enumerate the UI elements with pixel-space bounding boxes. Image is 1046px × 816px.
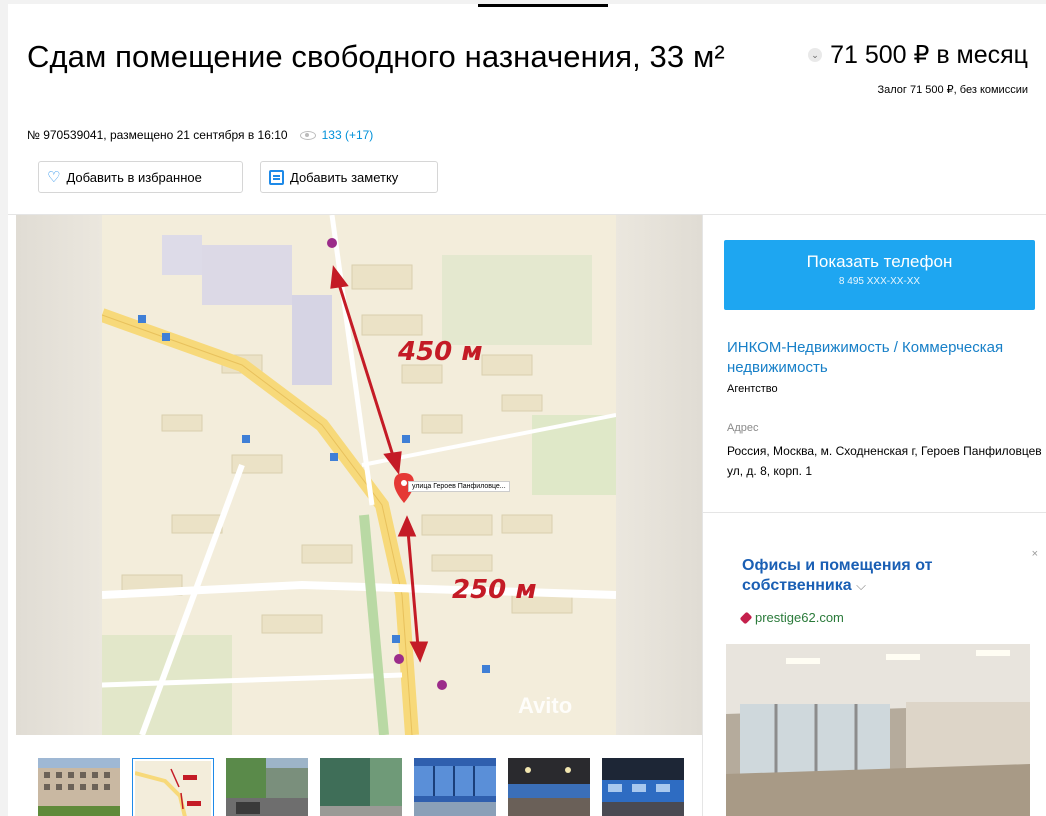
eye-icon	[299, 130, 316, 140]
thumbnail-image	[508, 758, 590, 816]
distance-label-top: 450 м	[398, 337, 483, 367]
close-icon[interactable]: ×	[1032, 548, 1038, 560]
price-text: 71 500 ₽ в месяц	[830, 41, 1028, 69]
show-phone-button[interactable]: Показать телефон 8 495 XXX-XX-XX	[724, 240, 1035, 310]
sidebar-separator	[702, 512, 1046, 513]
ad-site-url: prestige62.com	[755, 610, 844, 625]
address-text: Россия, Москва, м. Сходненская г, Героев…	[727, 444, 1042, 478]
show-phone-label: Показать телефон	[806, 252, 953, 271]
listing-page: Сдам помещение свободного назначения, 33…	[8, 4, 1046, 816]
site-favicon-icon	[739, 611, 753, 624]
add-note-label: Добавить заметку	[290, 169, 399, 185]
thumbnail-image	[226, 758, 308, 816]
avito-watermark: Avito	[518, 693, 573, 718]
sidebar-divider	[702, 215, 703, 816]
agency-type: Агентство	[727, 383, 778, 395]
thumbnail-image	[38, 758, 120, 816]
map-image: 450 м 250 м улица Героев Панфиловце... A…	[102, 215, 616, 735]
gallery-prev-area[interactable]	[16, 215, 102, 735]
thumbnail-map[interactable]	[132, 758, 214, 816]
listing-title: Сдам помещение свободного назначения, 33…	[27, 39, 725, 74]
phone-masked: 8 495 XXX-XX-XX	[838, 276, 921, 287]
map-pin-label: улица Героев Панфиловце...	[408, 481, 510, 492]
thumbnail-image	[414, 758, 496, 816]
gallery-next-area[interactable]	[616, 215, 702, 735]
chevron-down-icon[interactable]: ⌵	[856, 578, 866, 593]
thumbnail-metro-platform[interactable]	[508, 758, 590, 816]
thumbnail-facade[interactable]	[320, 758, 402, 816]
gallery-main-image[interactable]: 450 м 250 м улица Героев Панфиловце... A…	[16, 215, 702, 735]
thumbnail-building[interactable]	[38, 758, 120, 816]
ad-site[interactable]: prestige62.com	[739, 610, 844, 625]
listing-number-date: № 970539041, размещено 21 сентября в 16:…	[27, 128, 288, 142]
ad-office-image	[726, 644, 1030, 816]
listing-price[interactable]: ⌄ 71 500 ₽ в месяц	[808, 40, 1028, 70]
address-label: Адрес	[727, 422, 759, 434]
ad-title-text: Офисы и помещения от собственника	[742, 557, 933, 594]
top-tab-indicator	[478, 4, 608, 7]
thumbnail-metro-train[interactable]	[602, 758, 684, 816]
thumbnail-image	[602, 758, 684, 816]
gallery-thumbnails	[16, 748, 702, 816]
listing-meta: № 970539041, размещено 21 сентября в 16:…	[27, 128, 373, 142]
add-note-button[interactable]: Добавить заметку	[260, 161, 438, 193]
add-to-favorites-button[interactable]: ♡ Добавить в избранное	[38, 161, 243, 193]
thumbnail-storefront[interactable]	[414, 758, 496, 816]
distance-label-bottom: 250 м	[452, 575, 537, 605]
deposit-info: Залог 71 500 ₽, без комиссии	[877, 84, 1028, 96]
agency-name-link[interactable]: ИНКОМ-Недвижимость / Коммерческая недвиж…	[727, 338, 1027, 378]
chevron-down-icon[interactable]: ⌄	[808, 48, 823, 62]
thumbnail-image	[320, 758, 402, 816]
note-icon	[269, 169, 284, 185]
ad-image[interactable]	[726, 644, 1030, 816]
add-to-favorites-label: Добавить в избранное	[66, 169, 202, 185]
ad-title[interactable]: Офисы и помещения от собственника ⌵	[742, 556, 1022, 596]
heart-icon: ♡	[47, 169, 61, 186]
map-drawing	[102, 215, 616, 735]
thumbnail-street[interactable]	[226, 758, 308, 816]
views-count[interactable]: 133 (+17)	[322, 128, 374, 142]
thumbnail-image	[134, 761, 211, 816]
ad-block[interactable]: × Офисы и помещения от собственника ⌵ pr…	[726, 540, 1046, 816]
